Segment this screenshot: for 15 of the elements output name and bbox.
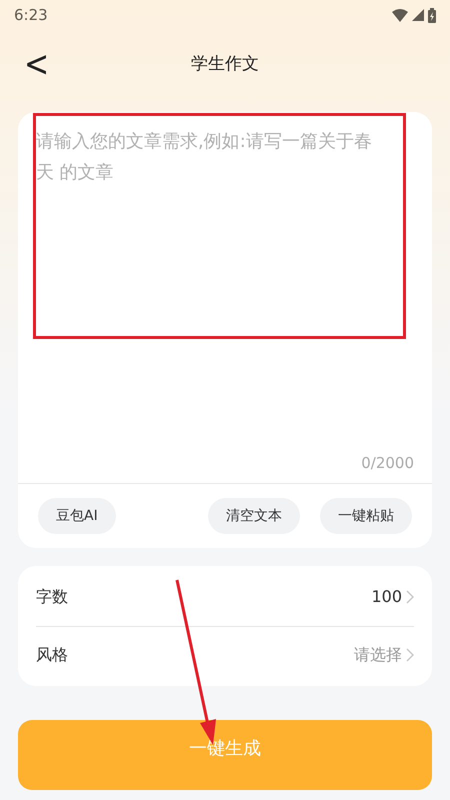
action-button[interactable]: 清空文本 [208,498,300,534]
page-title: 学生作文 [191,53,259,76]
action-button[interactable]: 豆包AI [38,498,116,534]
chevron-icon [406,590,414,604]
signal-icon [412,9,424,21]
char-counter: 0/2000 [361,454,414,472]
setting-value[interactable]: 100 [371,584,414,608]
setting-label: 风格 [36,644,68,666]
back-button[interactable]: < [18,47,56,83]
setting-label: 字数 [36,586,68,608]
wifi-icon [392,8,408,22]
chevron-icon [406,648,414,662]
status-time: 6:23 [14,4,48,26]
action-button[interactable]: 一键粘贴 [320,498,412,534]
battery-icon [428,8,436,22]
